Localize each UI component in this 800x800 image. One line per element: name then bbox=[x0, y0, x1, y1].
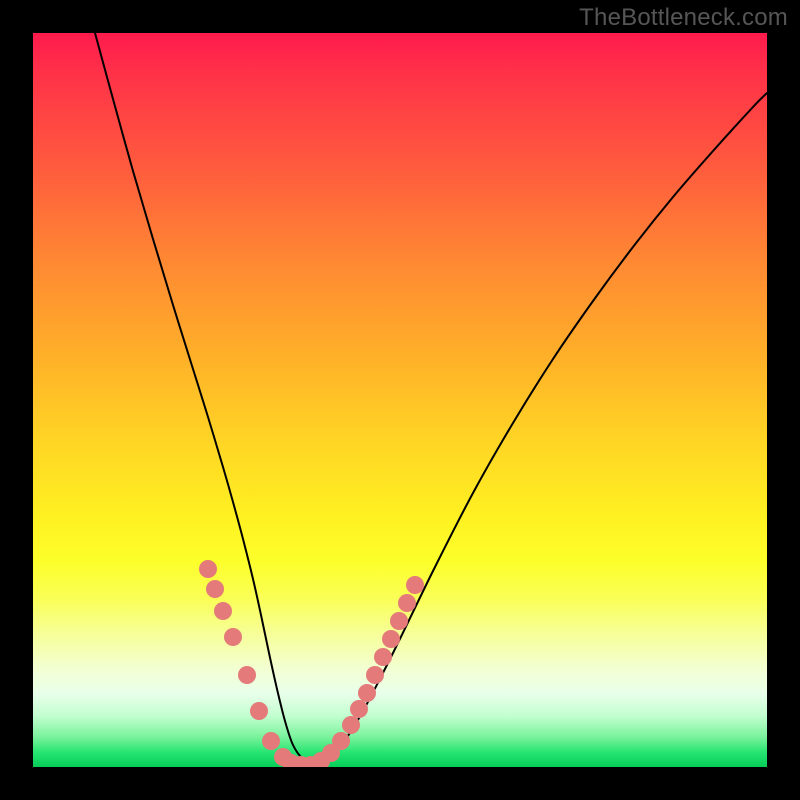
data-dot bbox=[382, 630, 400, 648]
data-dot bbox=[398, 594, 416, 612]
data-dot bbox=[342, 716, 360, 734]
data-dot bbox=[390, 612, 408, 630]
data-dot bbox=[199, 560, 217, 578]
chart-frame: TheBottleneck.com bbox=[0, 0, 800, 800]
data-dot bbox=[224, 628, 242, 646]
data-dot bbox=[332, 732, 350, 750]
data-dots bbox=[199, 560, 424, 767]
data-dot bbox=[262, 732, 280, 750]
watermark-text: TheBottleneck.com bbox=[579, 4, 788, 32]
plot-gradient-area bbox=[33, 33, 767, 767]
data-dot bbox=[406, 576, 424, 594]
data-dot bbox=[238, 666, 256, 684]
bottleneck-curve bbox=[95, 33, 767, 763]
data-dot bbox=[206, 580, 224, 598]
data-dot bbox=[374, 648, 392, 666]
chart-svg bbox=[33, 33, 767, 767]
data-dot bbox=[358, 684, 376, 702]
data-dot bbox=[250, 702, 268, 720]
data-dot bbox=[214, 602, 232, 620]
data-dot bbox=[350, 700, 368, 718]
data-dot bbox=[366, 666, 384, 684]
